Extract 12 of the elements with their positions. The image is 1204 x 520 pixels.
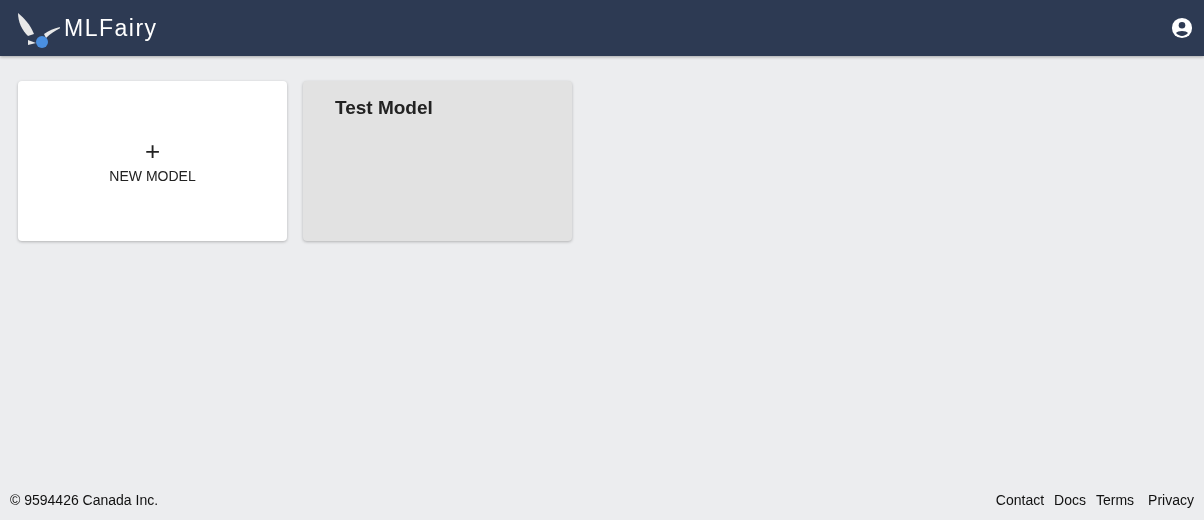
model-card[interactable]: Test Model [303,81,572,241]
footer-link[interactable]: Docs [1054,492,1086,508]
footer-link[interactable]: Terms [1095,492,1135,508]
footer-link[interactable]: Contact [995,492,1045,508]
new-model-card[interactable]: + NEW MODEL [18,81,287,241]
model-title: Test Model [335,97,433,118]
copyright-text: © 9594426 Canada Inc. [10,492,159,508]
footer-link[interactable]: Privacy [1148,492,1194,508]
new-model-label: NEW MODEL [109,168,196,184]
app-title: MLFairy [64,14,158,42]
plus-icon: + [144,138,161,164]
account-icon[interactable] [1171,17,1193,39]
